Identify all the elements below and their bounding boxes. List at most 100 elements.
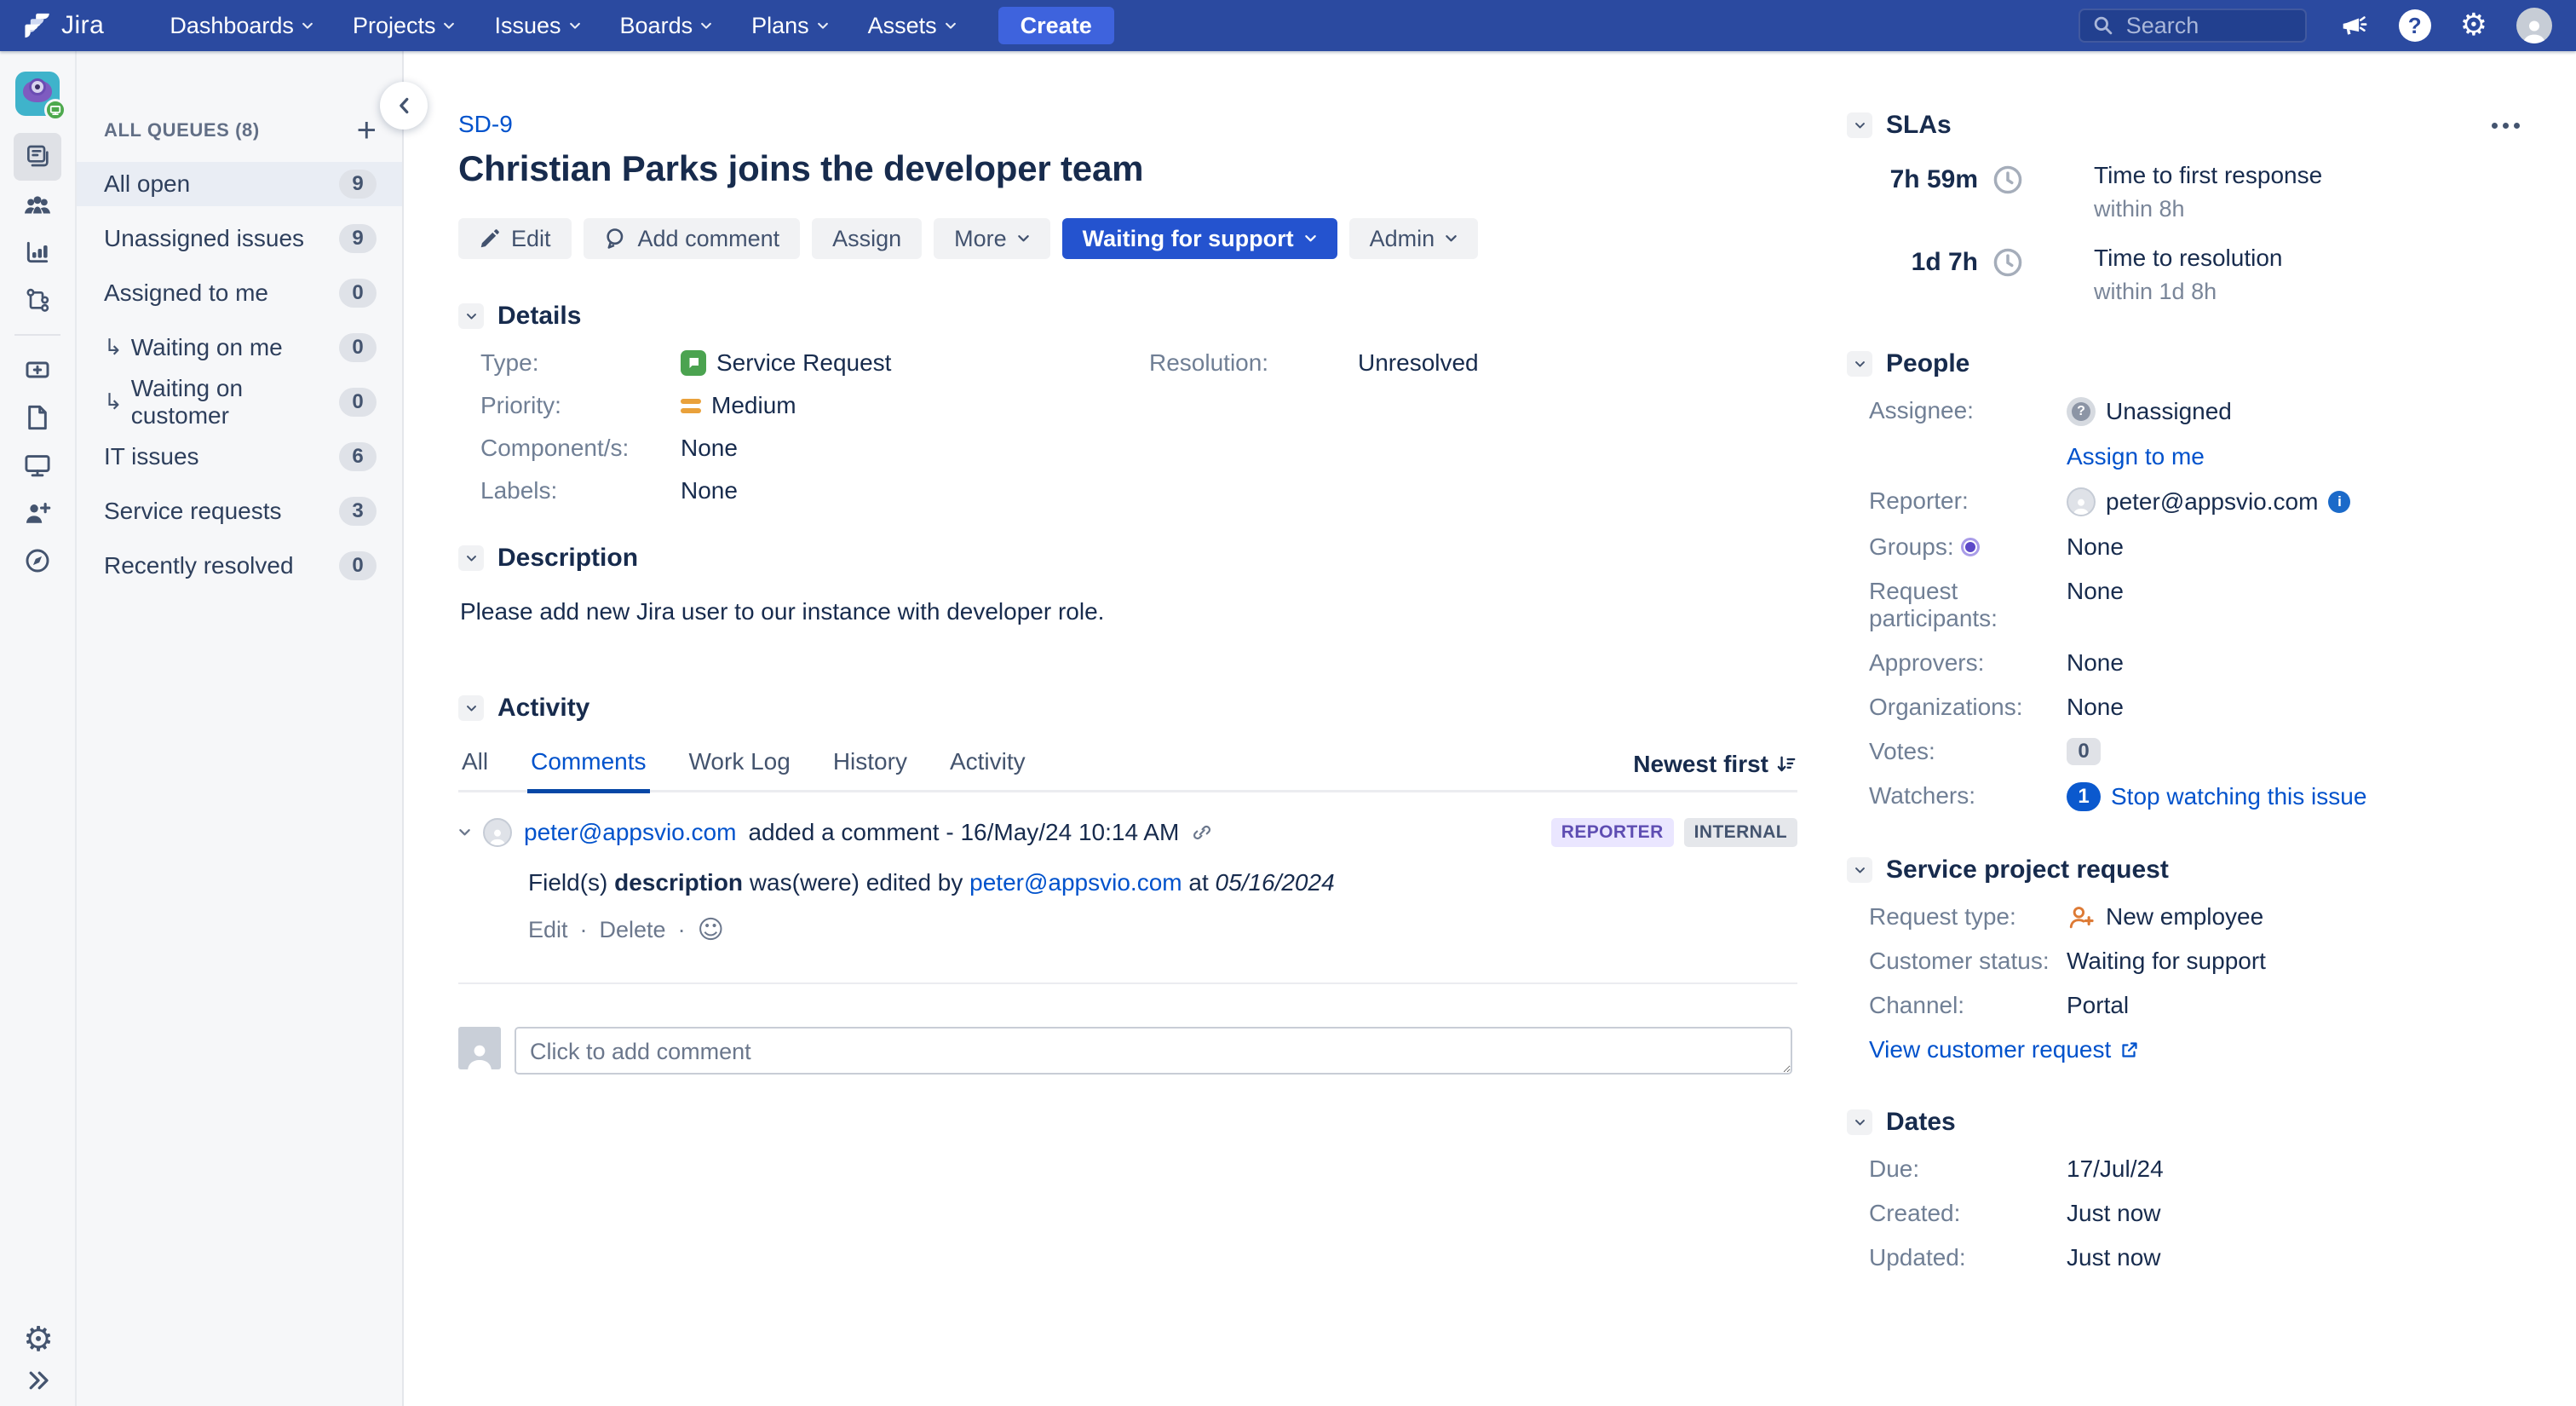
chevron-down-icon [443, 22, 455, 30]
add-reaction-icon[interactable]: ☺ [698, 918, 724, 943]
priority-label: Priority: [480, 392, 681, 419]
sidebar-item-it-issues[interactable]: IT issues 6 [77, 435, 402, 479]
collapse-sidebar-button[interactable] [380, 82, 428, 130]
nav-dashboards[interactable]: Dashboards [170, 13, 313, 39]
activity-section: Activity All Comments Work Log History A… [458, 694, 1797, 1075]
sort-order-control[interactable]: Newest first [1633, 751, 1797, 790]
settings-gear-icon[interactable]: ⚙ [2460, 10, 2487, 41]
rail-portal-icon[interactable] [14, 441, 61, 489]
assign-to-me-link[interactable]: Assign to me [2067, 443, 2205, 470]
created-value: Just now [2067, 1200, 2161, 1227]
sidebar-item-service-requests[interactable]: Service requests 3 [77, 489, 402, 533]
queue-label-text: Waiting on customer [131, 375, 339, 429]
chevron-left-icon [397, 97, 411, 114]
global-search[interactable] [2079, 9, 2307, 43]
sidebar-item-assigned-to-me[interactable]: Assigned to me 0 [77, 271, 402, 315]
queue-label: ↳Waiting on me [104, 334, 339, 361]
view-customer-request-link[interactable]: View customer request [1869, 1036, 2140, 1063]
announcements-icon[interactable] [2336, 9, 2370, 43]
permalink-icon[interactable] [1191, 821, 1213, 844]
dates-collapse-toggle[interactable] [1847, 1109, 1872, 1135]
project-rail: ⚙ [0, 51, 77, 1406]
status-button[interactable]: Waiting for support [1062, 218, 1337, 259]
description-collapse-toggle[interactable] [458, 545, 484, 571]
sidebar-item-waiting-on-customer[interactable]: ↳Waiting on customer 0 [77, 380, 402, 424]
search-input[interactable] [2126, 13, 2288, 39]
sidebar-item-waiting-on-me[interactable]: ↳Waiting on me 0 [77, 326, 402, 370]
priority-value: Medium [681, 392, 1149, 419]
nav-plans[interactable]: Plans [751, 13, 829, 39]
tab-comments[interactable]: Comments [527, 748, 649, 793]
rail-discover-icon[interactable] [14, 537, 61, 585]
rail-settings-gear-icon[interactable]: ⚙ [23, 1322, 54, 1357]
votes-count-badge[interactable]: 0 [2067, 738, 2101, 765]
admin-button[interactable]: Admin [1349, 218, 1479, 259]
request-participants-value: None [2067, 578, 2124, 605]
jira-logo[interactable]: Jira [24, 11, 104, 40]
sidebar-item-unassigned-issues[interactable]: Unassigned issues 9 [77, 216, 402, 261]
help-icon[interactable]: ? [2399, 9, 2431, 42]
edit-button[interactable]: Edit [458, 218, 572, 259]
create-button[interactable]: Create [998, 7, 1114, 44]
issue-key-link[interactable]: SD-9 [458, 111, 513, 138]
activity-collapse-toggle[interactable] [458, 695, 484, 721]
tab-history[interactable]: History [830, 748, 911, 793]
rail-add-shortcut-icon[interactable] [14, 346, 61, 394]
comment-author-link[interactable]: peter@appsvio.com [524, 819, 736, 846]
more-button[interactable]: More [934, 218, 1050, 259]
comment-user-link[interactable]: peter@appsvio.com [969, 869, 1182, 896]
rail-queues-icon[interactable] [14, 133, 61, 181]
slas-collapse-toggle[interactable] [1847, 112, 1872, 138]
sidebar-item-all-open[interactable]: All open 9 [77, 162, 402, 206]
watchers-count-badge[interactable]: 1 [2067, 782, 2101, 811]
rail-reports-icon[interactable] [14, 228, 61, 276]
sidebar-item-recently-resolved[interactable]: Recently resolved 0 [77, 544, 402, 588]
type-label: Type: [480, 349, 681, 377]
request-type-label: Request type: [1869, 903, 2067, 931]
service-request-collapse-toggle[interactable] [1847, 857, 1872, 883]
comment-author-avatar [483, 818, 512, 847]
nav-projects[interactable]: Projects [353, 13, 456, 39]
nav-issues[interactable]: Issues [494, 13, 580, 39]
priority-medium-icon [681, 399, 701, 413]
nav-assets[interactable]: Assets [868, 13, 957, 39]
status-button-label: Waiting for support [1083, 226, 1294, 252]
votes-label: Votes: [1869, 738, 2067, 765]
slas-more-menu-icon[interactable] [2488, 114, 2523, 137]
comment-delete-action[interactable]: Delete [600, 917, 666, 943]
people-heading: People [1886, 349, 1969, 378]
rail-pages-icon[interactable] [14, 394, 61, 441]
tab-activity[interactable]: Activity [946, 748, 1029, 793]
rail-invite-icon[interactable] [14, 489, 61, 537]
description-section: Description Please add new Jira user to … [458, 544, 1797, 625]
queue-label: Recently resolved [104, 552, 339, 579]
tab-all[interactable]: All [458, 748, 492, 793]
add-queue-button[interactable]: + [357, 118, 377, 143]
rail-customers-icon[interactable] [14, 181, 61, 228]
sub-queue-arrow-icon: ↳ [104, 335, 123, 360]
rail-expand-icon[interactable] [14, 1363, 62, 1397]
due-label: Due: [1869, 1155, 2067, 1183]
sort-order-label: Newest first [1633, 751, 1768, 778]
assign-button[interactable]: Assign [812, 218, 922, 259]
labels-label: Labels: [480, 477, 681, 504]
stop-watching-link[interactable]: Stop watching this issue [2111, 783, 2366, 810]
comment-collapse-toggle[interactable] [458, 828, 471, 837]
add-comment-button-label: Add comment [638, 226, 780, 252]
question-glyph: ? [2072, 402, 2090, 421]
comment-input[interactable] [515, 1027, 1792, 1075]
add-comment-button[interactable]: Add comment [584, 218, 801, 259]
details-collapse-toggle[interactable] [458, 303, 484, 329]
tab-work-log[interactable]: Work Log [686, 748, 794, 793]
rail-workflows-icon[interactable] [14, 276, 61, 324]
comment-edit-action[interactable]: Edit [528, 917, 568, 943]
organizations-label: Organizations: [1869, 694, 2067, 721]
queue-label: ↳Waiting on customer [104, 375, 339, 429]
nav-boards[interactable]: Boards [620, 13, 713, 39]
chevron-down-icon [700, 22, 712, 30]
comment-field-name: description [614, 869, 743, 896]
project-avatar[interactable] [15, 72, 60, 116]
user-avatar[interactable] [2516, 8, 2552, 43]
info-icon[interactable]: i [2328, 491, 2350, 513]
people-collapse-toggle[interactable] [1847, 351, 1872, 377]
